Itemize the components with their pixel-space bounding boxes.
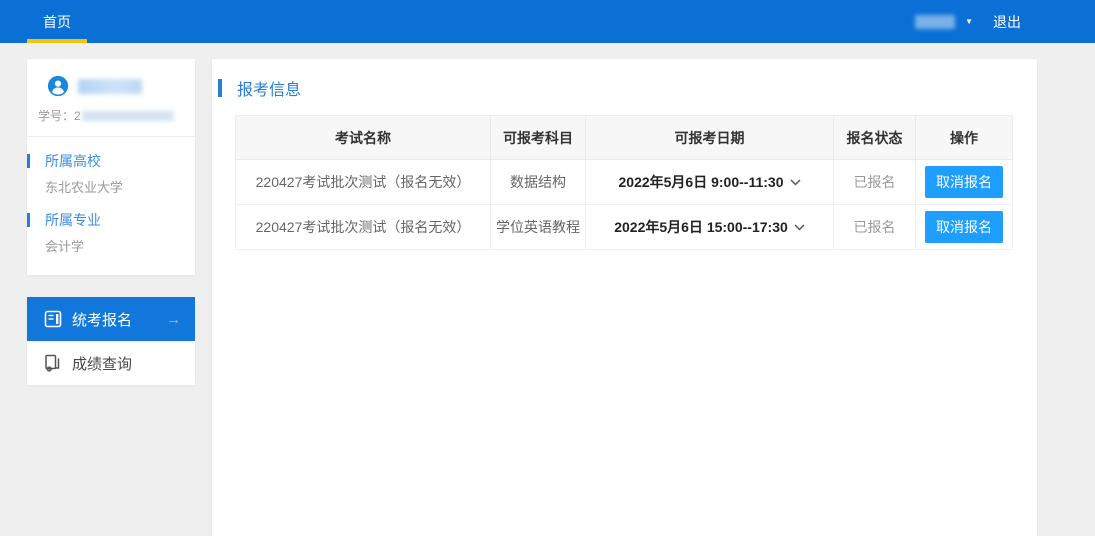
column-header-status: 报名状态 [834, 116, 916, 160]
column-header-subject: 可报考科目 [491, 116, 586, 160]
column-header-action: 操作 [916, 116, 1013, 160]
major-section: 所属专业 会计学 [27, 210, 195, 255]
column-header-exam-name: 考试名称 [236, 116, 491, 160]
header-username-redacted [915, 15, 955, 29]
column-header-date: 可报考日期 [586, 116, 834, 160]
status-badge: 已报名 [834, 160, 916, 205]
tab-home-label: 首页 [43, 12, 71, 32]
sidebar-item-label: 统考报名 [72, 309, 132, 330]
page-title: 报考信息 [237, 76, 301, 100]
student-id-redacted [82, 111, 174, 121]
table-row: 220427考试批次测试（报名无效） 学位英语教程 2022年5月6日 15:0… [236, 205, 1013, 250]
cell-subject: 学位英语教程 [491, 205, 586, 250]
sidebar-menu: 统考报名 → 成绩查询 [27, 297, 195, 385]
registration-table: 考试名称 可报考科目 可报考日期 报名状态 操作 220427考试批次测试（报名… [235, 115, 1013, 250]
chevron-down-icon[interactable] [790, 179, 801, 186]
school-name: 东北农业大学 [45, 177, 195, 196]
sidebar: 学号： 2 所属高校 东北农业大学 所属专业 会计学 [27, 59, 195, 536]
arrow-right-icon: → [166, 311, 181, 328]
blue-title-bar [218, 79, 222, 97]
tab-home-active-indicator [27, 39, 87, 43]
status-badge: 已报名 [834, 205, 916, 250]
header-user-dropdown[interactable]: ▼ [915, 15, 973, 29]
cancel-registration-button[interactable]: 取消报名 [925, 166, 1003, 198]
date-text: 2022年5月6日 9:00--11:30 [619, 174, 784, 190]
cell-exam-name: 220427考试批次测试（报名无效） [236, 160, 491, 205]
school-section-label: 所属高校 [45, 151, 101, 171]
registration-form-icon [44, 310, 62, 328]
cell-date: 2022年5月6日 15:00--17:30 [586, 205, 834, 250]
cell-date: 2022年5月6日 9:00--11:30 [586, 160, 834, 205]
major-section-label: 所属专业 [45, 210, 101, 230]
caret-down-icon: ▼ [965, 17, 973, 26]
school-label-row: 所属高校 [27, 151, 195, 171]
section-title-row: 报考信息 [212, 59, 1037, 100]
blue-tick-bar [27, 213, 30, 227]
cell-subject: 数据结构 [491, 160, 586, 205]
sidebar-item-label: 成绩查询 [72, 353, 132, 374]
chevron-down-icon[interactable] [794, 224, 805, 231]
user-name-redacted [78, 79, 142, 94]
score-query-icon [44, 354, 62, 372]
table-header-row: 考试名称 可报考科目 可报考日期 报名状态 操作 [236, 116, 1013, 160]
user-info-card: 学号： 2 所属高校 东北农业大学 所属专业 会计学 [27, 59, 195, 275]
user-avatar-icon [47, 75, 69, 97]
date-text: 2022年5月6日 15:00--17:30 [614, 219, 788, 235]
cell-action: 取消报名 [916, 160, 1013, 205]
logout-button[interactable]: 退出 [993, 12, 1021, 32]
user-identity-row [27, 73, 195, 107]
header-right-group: ▼ 退出 [915, 12, 1021, 32]
cancel-registration-button[interactable]: 取消报名 [925, 211, 1003, 243]
cell-action: 取消报名 [916, 205, 1013, 250]
main-panel: 报考信息 考试名称 可报考科目 可报考日期 报名状态 操作 [212, 59, 1037, 536]
sidebar-item-score-query[interactable]: 成绩查询 [27, 341, 195, 385]
sidebar-item-unified-exam-registration[interactable]: 统考报名 → [27, 297, 195, 341]
table-row: 220427考试批次测试（报名无效） 数据结构 2022年5月6日 9:00--… [236, 160, 1013, 205]
cell-exam-name: 220427考试批次测试（报名无效） [236, 205, 491, 250]
blue-tick-bar [27, 154, 30, 168]
major-name: 会计学 [45, 236, 195, 255]
app-root: 首页 ▼ 退出 [0, 0, 1095, 536]
top-header: 首页 ▼ 退出 [0, 0, 1095, 43]
major-label-row: 所属专业 [27, 210, 195, 230]
student-id-prefix: 2 [74, 109, 81, 123]
page-content: 学号： 2 所属高校 东北农业大学 所属专业 会计学 [0, 43, 1095, 536]
tab-home[interactable]: 首页 [27, 0, 87, 43]
student-id-label: 学号： [38, 107, 74, 124]
student-id-row: 学号： 2 [27, 107, 195, 137]
school-section: 所属高校 东北农业大学 [27, 151, 195, 196]
